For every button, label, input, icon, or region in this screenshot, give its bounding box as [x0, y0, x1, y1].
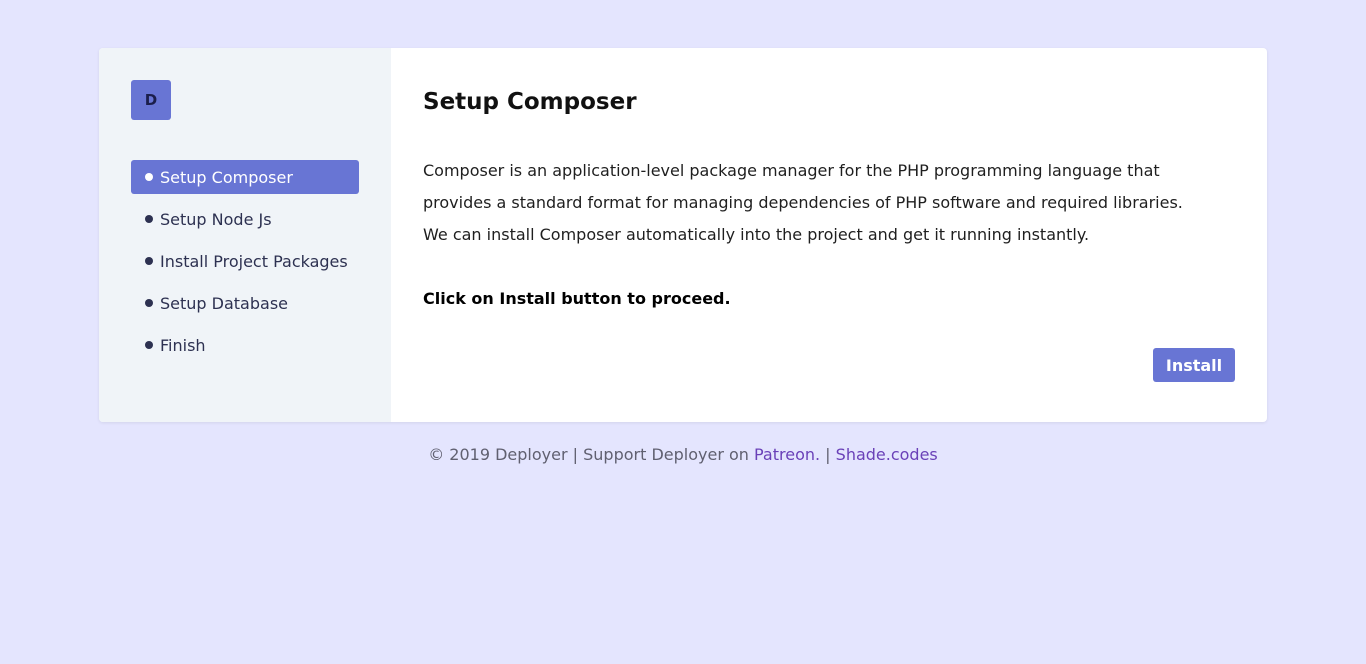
bullet-icon	[145, 215, 153, 223]
bullet-icon	[145, 341, 153, 349]
step-label: Install Project Packages	[160, 251, 348, 271]
footer-separator: |	[820, 445, 836, 464]
page-title: Setup Composer	[423, 89, 637, 115]
patreon-link[interactable]: Patreon.	[754, 445, 820, 464]
step-finish[interactable]: Finish	[131, 328, 359, 362]
step-label: Setup Database	[160, 293, 288, 313]
proceed-instruction: Click on Install button to proceed.	[423, 289, 731, 308]
description: Composer is an application-level package…	[423, 161, 1183, 244]
bullet-icon	[145, 299, 153, 307]
footer: © 2019 Deployer | Support Deployer on Pa…	[0, 444, 1366, 466]
logo: D	[131, 80, 171, 120]
steps-list: Setup Composer Setup Node Js Install Pro…	[131, 160, 359, 362]
main-content: Setup Composer Composer is an applicatio…	[391, 48, 1267, 422]
installer-card: D Setup Composer Setup Node Js Install P…	[99, 48, 1267, 422]
shade-codes-link[interactable]: Shade.codes	[836, 445, 938, 464]
step-install-project-packages[interactable]: Install Project Packages	[131, 244, 359, 278]
step-setup-node-js[interactable]: Setup Node Js	[131, 202, 359, 236]
bullet-icon	[145, 257, 153, 265]
install-button[interactable]: Install	[1153, 348, 1235, 382]
step-setup-database[interactable]: Setup Database	[131, 286, 359, 320]
step-label: Finish	[160, 335, 206, 355]
footer-text: © 2019 Deployer | Support Deployer on	[428, 445, 754, 464]
bullet-icon	[145, 173, 153, 181]
sidebar: D Setup Composer Setup Node Js Install P…	[99, 48, 391, 422]
step-label: Setup Node Js	[160, 209, 272, 229]
step-label: Setup Composer	[160, 167, 293, 187]
step-setup-composer[interactable]: Setup Composer	[131, 160, 359, 194]
